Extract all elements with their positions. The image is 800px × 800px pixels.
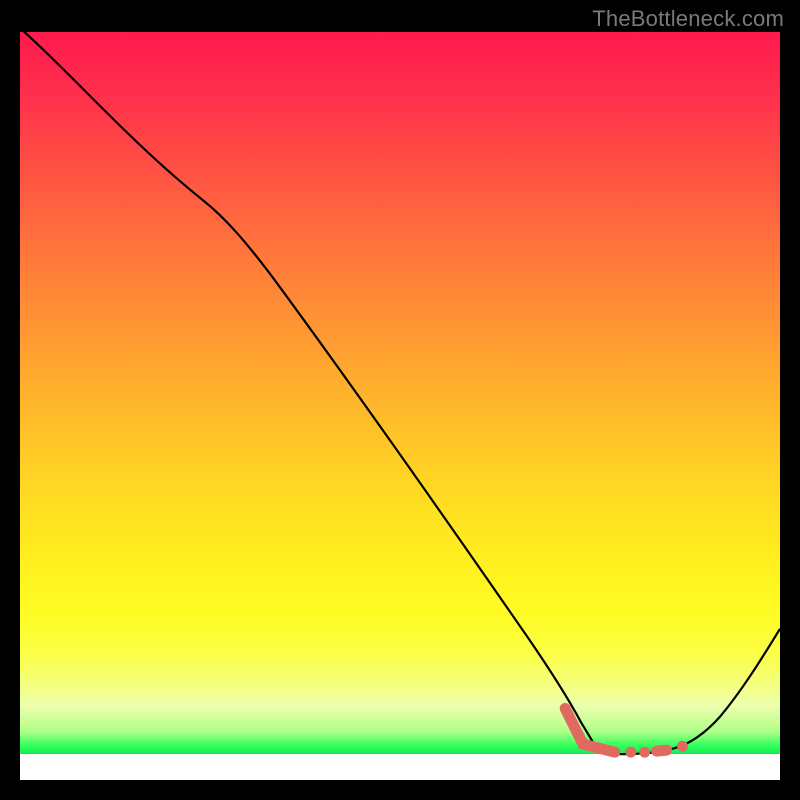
optimum-region-segment-1 bbox=[565, 708, 615, 752]
plot-area bbox=[20, 32, 780, 780]
optimum-region-dot-2 bbox=[639, 747, 650, 758]
optimum-region-dot-3 bbox=[677, 741, 688, 752]
watermark-text: TheBottleneck.com bbox=[592, 6, 784, 32]
chart-frame bbox=[18, 30, 782, 782]
bottleneck-curve-line bbox=[20, 32, 780, 754]
optimum-region-dot-1 bbox=[625, 747, 636, 758]
chart-svg bbox=[20, 32, 780, 780]
optimum-region-segment-2 bbox=[657, 750, 667, 751]
